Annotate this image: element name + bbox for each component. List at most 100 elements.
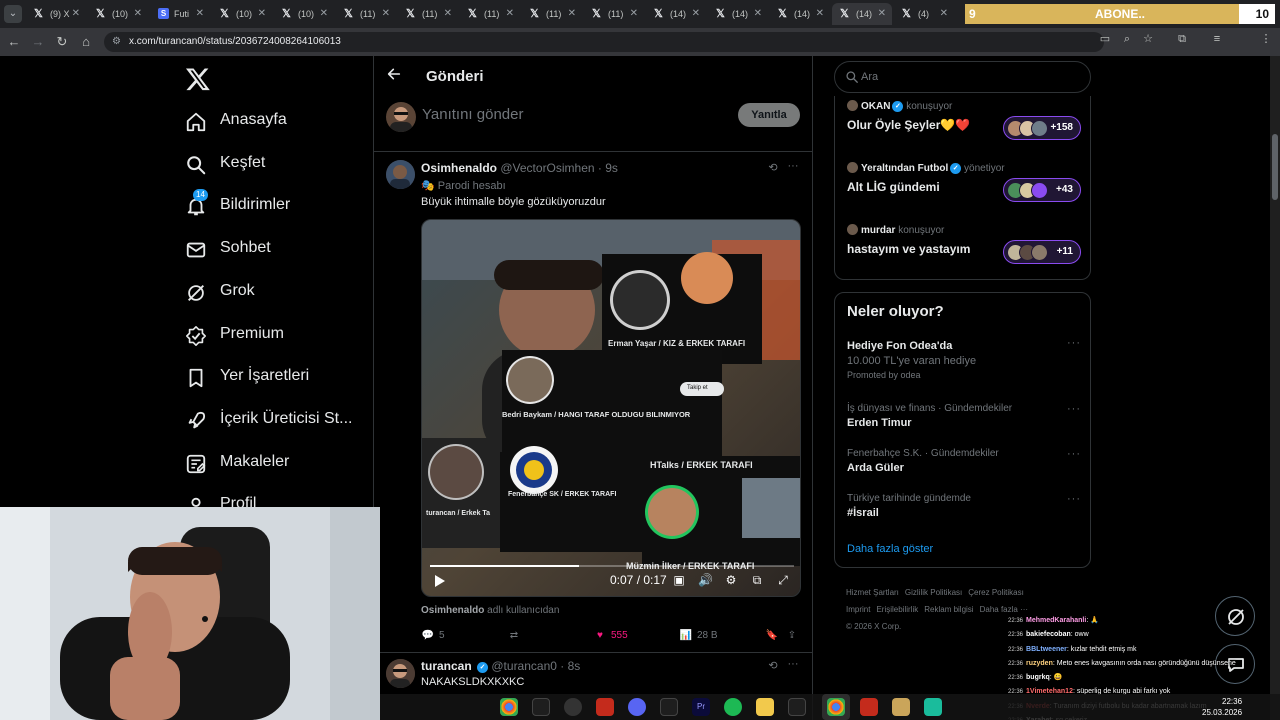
browser-tab[interactable]: 𝕏 (9) X ✕ [26,3,86,25]
bookmark-action[interactable]: 🔖 [765,628,783,644]
footer-link[interactable]: Daha fazla ··· [980,605,1028,614]
attribution-user[interactable]: Osimhenaldo [421,605,484,616]
bookmark-star-icon[interactable]: ☆ [1141,32,1155,46]
reload-icon[interactable]: ↻ [54,34,70,50]
close-icon[interactable]: ✕ [754,3,762,25]
footer-link[interactable]: Imprint [846,605,870,614]
footer-link[interactable]: Gizlilik Politikası [905,588,962,597]
share-action[interactable]: ⇪ [785,628,803,644]
chrome-icon[interactable] [500,698,518,716]
avatar[interactable] [386,160,415,189]
footer-link[interactable]: Reklam bilgisi [924,605,973,614]
league-icon[interactable] [892,698,910,716]
settings-icon[interactable]: ⚙ [724,573,738,587]
footer-link[interactable]: Çerez Politikası [968,588,1024,597]
page-scrollbar[interactable] [1270,56,1280,720]
browser-tab[interactable]: 𝕏 (4) ✕ [894,3,954,25]
home-page-icon[interactable]: ⌂ [78,34,94,50]
media-control-icon[interactable]: ≡ [1210,32,1224,46]
app-icon[interactable] [924,698,942,716]
trend-item[interactable]: Fenerbahçe S.K. · Gündemdekiler Arda Güle… [847,448,1081,474]
views-action[interactable]: 📊 28 B [679,628,718,644]
search-input[interactable] [861,68,1081,86]
app-icon[interactable] [596,698,614,716]
discord-icon[interactable] [628,698,646,716]
avatar[interactable] [386,659,415,688]
browser-tab[interactable]: 𝕏 (11) ✕ [522,3,582,25]
browser-tab[interactable]: 𝕏 (10) ✕ [212,3,272,25]
nav-item-keşfet[interactable]: Keşfet [175,144,365,184]
more-icon[interactable]: ··· [1067,403,1081,415]
close-icon[interactable]: ✕ [692,3,700,25]
tweet-author[interactable]: turancan ✓ @turancan0 · 8s [421,659,580,673]
more-icon[interactable]: ··· [1067,337,1081,349]
picture-in-picture-icon[interactable]: ⧉ [750,573,764,587]
url-text[interactable]: x.com/turancan0/status/20367240082641060… [129,32,341,52]
trend-item[interactable]: İş dünyası ve finans · Gündemdekiler Erde… [847,403,1081,429]
play-icon[interactable] [432,574,446,588]
close-icon[interactable]: ✕ [630,3,638,25]
nav-item-makaleler[interactable]: Makaleler [175,443,365,483]
zoom-icon[interactable]: ⌕ [1120,32,1134,46]
close-icon[interactable]: ✕ [506,3,514,25]
close-icon[interactable]: ✕ [196,3,204,25]
browser-tab[interactable]: 𝕏 (14) ✕ [770,3,830,25]
site-info-icon[interactable]: ⚙ [112,36,124,48]
like-action[interactable]: ♥ 555 [593,628,628,644]
spotify-icon[interactable] [724,698,742,716]
video-progress[interactable] [430,565,794,567]
browser-tab[interactable]: 𝕏 (14) ✕ [708,3,768,25]
footer-link[interactable]: Hizmet Şartları [846,588,899,597]
install-app-icon[interactable]: ▭ [1098,32,1112,46]
captions-icon[interactable]: ▣ [672,573,686,587]
x-logo-icon[interactable] [185,66,211,92]
more-icon[interactable]: ··· [1067,493,1081,505]
browser-tab[interactable]: 𝕏 (10) ✕ [88,3,148,25]
close-icon[interactable]: ✕ [382,3,390,25]
volume-icon[interactable]: 🔊 [698,573,713,587]
reply-button[interactable]: Yanıtla [738,103,800,127]
nav-item-anasayfa[interactable]: Anasayfa [175,101,365,141]
browser-tab[interactable]: 𝕏 (11) ✕ [336,3,396,25]
more-icon[interactable]: ··· [787,160,799,172]
browser-tab[interactable]: 𝕏 (10) ✕ [274,3,334,25]
browser-tab[interactable]: 𝕏 (11) ✕ [398,3,458,25]
tab-search-button[interactable]: ⌄ [4,5,22,23]
retweet-action[interactable]: ⇄ [507,628,525,644]
back-icon[interactable]: ← [6,34,22,50]
scrollbar-thumb[interactable] [1272,134,1278,200]
trend-item[interactable]: Türkiye tarihinde gündemde #İsrail ··· [847,493,1081,519]
extensions-icon[interactable]: ⧉ [1175,32,1189,46]
reply-input[interactable]: Yanıtını gönder [422,106,523,123]
file-explorer-icon[interactable] [756,698,774,716]
space-item[interactable]: murdar konuşuyor hastayım ve yastayım +11 [847,224,1081,280]
browser-menu-icon[interactable]: ⋮ [1259,32,1273,46]
space-listeners-pill[interactable]: +11 [1003,240,1081,264]
forward-icon[interactable]: → [30,34,46,50]
close-icon[interactable]: ✕ [320,3,328,25]
app-icon[interactable] [532,698,550,716]
space-item[interactable]: Yeraltından Futbol ✓ yönetiyor Alt LİG gün… [847,162,1081,218]
app-icon[interactable] [860,698,878,716]
nav-item-premium[interactable]: Premium [175,315,365,355]
grok-icon[interactable]: ⟲ [767,660,779,672]
obs-icon[interactable] [564,698,582,716]
close-icon[interactable]: ✕ [940,3,948,25]
browser-tab[interactable]: 𝕏 (14) ✕ [646,3,706,25]
more-icon[interactable]: ··· [1067,448,1081,460]
close-icon[interactable]: ✕ [134,3,142,25]
close-icon[interactable]: ✕ [878,3,886,25]
video-player[interactable]: Erman Yaşar / KIZ & ERKEK TARAFI Bedri B… [421,219,801,597]
grok-icon[interactable]: ⟲ [767,162,779,174]
chrome-icon[interactable] [827,698,845,716]
space-listeners-pill[interactable]: +158 [1003,116,1081,140]
nav-item-yer-i-şaretleri[interactable]: Yer İşaretleri [175,357,365,397]
premiere-icon[interactable]: Pr [692,698,710,716]
system-clock[interactable]: 22:36 25.03.2026 [1202,696,1242,718]
app-icon[interactable] [660,698,678,716]
close-icon[interactable]: ✕ [72,3,80,25]
close-icon[interactable]: ✕ [816,3,824,25]
nav-item-bildirimler[interactable]: 14 Bildirimler [175,186,365,226]
fullscreen-icon[interactable]: ⤢ [776,573,790,587]
address-bar[interactable]: ⚙ x.com/turancan0/status/203672400826410… [104,32,1104,52]
